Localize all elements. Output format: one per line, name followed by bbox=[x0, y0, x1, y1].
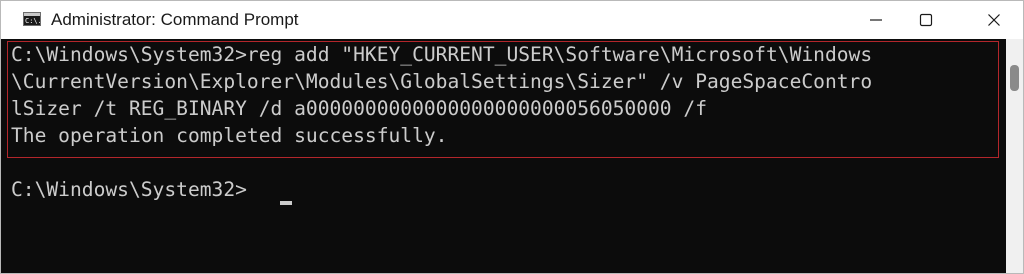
minimize-button[interactable] bbox=[853, 1, 899, 39]
command-prompt-window: C:\. Administrator: Command Prompt C:\Wi… bbox=[0, 0, 1024, 274]
console-line: The operation completed successfully. bbox=[11, 124, 448, 147]
scrollbar-thumb[interactable] bbox=[1010, 65, 1019, 91]
title-bar[interactable]: C:\. Administrator: Command Prompt bbox=[1, 1, 1023, 39]
maximize-button[interactable] bbox=[903, 1, 949, 39]
close-icon bbox=[988, 14, 1000, 26]
cmd-icon: C:\. bbox=[23, 12, 41, 26]
console-output[interactable]: C:\Windows\System32>reg add "HKEY_CURREN… bbox=[1, 39, 1006, 273]
vertical-scrollbar[interactable] bbox=[1006, 39, 1023, 273]
window-title: Administrator: Command Prompt bbox=[51, 10, 299, 29]
console-line: lSizer /t REG_BINARY /d a000000000000000… bbox=[11, 97, 707, 120]
maximize-icon bbox=[919, 13, 933, 27]
close-button[interactable] bbox=[971, 1, 1017, 39]
console-line: C:\Windows\System32>reg add "HKEY_CURREN… bbox=[11, 43, 873, 66]
text-cursor bbox=[280, 201, 292, 205]
console-line: \CurrentVersion\Explorer\Modules\GlobalS… bbox=[11, 70, 873, 93]
minimize-icon bbox=[870, 19, 882, 21]
command-prompt-line: C:\Windows\System32> bbox=[11, 178, 247, 201]
